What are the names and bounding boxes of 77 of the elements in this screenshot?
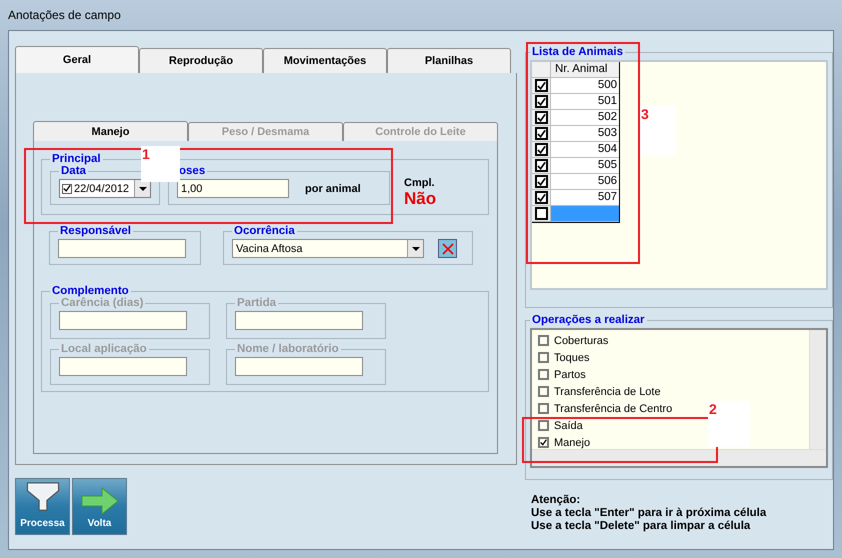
responsavel-field[interactable]: [58, 239, 186, 258]
checklist-label: Transferência de Centro: [554, 402, 672, 414]
checkbox[interactable]: [538, 420, 549, 431]
group-title: Partida: [236, 297, 277, 309]
table-cell[interactable]: 507: [551, 190, 619, 206]
tab[interactable]: Manejo: [33, 121, 188, 141]
callout-number: 3: [640, 106, 676, 155]
table-cell[interactable]: 500: [551, 78, 619, 94]
unit-label: por animal: [305, 182, 361, 194]
group-title: Local aplicação: [60, 343, 148, 355]
column-header: Nr. Animal: [551, 62, 619, 78]
dropdown-button[interactable]: [134, 180, 150, 197]
table-cell[interactable]: 505: [551, 158, 619, 174]
checkbox[interactable]: [534, 79, 548, 92]
table-cell[interactable]: 506: [551, 174, 619, 190]
vertical-scrollbar[interactable]: [809, 330, 826, 449]
table-cell[interactable]: 502: [551, 110, 619, 126]
checklist-label: Toques: [554, 352, 590, 364]
group-title: Operações a realizar: [531, 314, 646, 326]
checkbox[interactable]: [538, 369, 549, 380]
cmpl-label: Cmpl.: [404, 177, 436, 189]
checklist-label: Manejo: [554, 436, 590, 448]
checkbox[interactable]: [538, 352, 549, 363]
checkbox[interactable]: [534, 111, 548, 124]
tab[interactable]: Reprodução: [139, 48, 263, 73]
group-title: Carência (dias): [60, 297, 144, 309]
check-icon: [63, 184, 71, 193]
group-title: oses: [178, 165, 206, 177]
note-title: Atenção:: [531, 494, 582, 506]
checkbox[interactable]: [538, 335, 549, 346]
dropdown-button[interactable]: [407, 240, 423, 257]
check-icon: [540, 438, 547, 447]
close-icon: [442, 242, 454, 254]
group-title: Nome / laboratório: [236, 343, 340, 355]
checkbox[interactable]: [62, 184, 72, 194]
group-title: Principal: [51, 153, 102, 165]
checkbox[interactable]: [534, 95, 548, 108]
callout-number: 2: [708, 401, 750, 447]
caret-icon: [412, 246, 420, 250]
window-title: Anotações de campo: [8, 8, 121, 22]
checkbox[interactable]: [534, 175, 548, 188]
group-title: Responsável: [59, 225, 132, 237]
tab[interactable]: Movimentações: [263, 48, 387, 73]
tab[interactable]: Planilhas: [387, 48, 511, 73]
arrow-icon: [80, 486, 120, 516]
checkbox[interactable]: [534, 159, 548, 172]
checklist-label: Coberturas: [554, 334, 608, 346]
clear-button[interactable]: [438, 239, 457, 258]
table-cell[interactable]: 501: [551, 94, 619, 110]
checkbox[interactable]: [534, 207, 548, 220]
caret-icon: [138, 186, 146, 190]
checkbox[interactable]: [534, 143, 548, 156]
note-text: Use a tecla "Enter" para ir à próxima célula: [531, 507, 768, 519]
cmpl-value: Não: [404, 189, 436, 209]
date-picker[interactable]: 22/04/2012: [59, 179, 151, 198]
horizontal-scrollbar[interactable]: [532, 449, 826, 466]
checkbox[interactable]: [538, 386, 549, 397]
checklist-label: Partos: [554, 368, 586, 380]
checkbox[interactable]: [538, 403, 549, 414]
table-cell[interactable]: 504: [551, 142, 619, 158]
toolbar-button[interactable]: Volta: [72, 478, 127, 535]
checklist-label: Transferência de Lote: [554, 386, 661, 398]
note-text: Use a tecla "Delete" para limpar a célula: [531, 520, 752, 532]
group-title: Ocorrência: [233, 225, 296, 237]
checkbox[interactable]: [534, 191, 548, 204]
doses-field[interactable]: 1,00: [177, 179, 289, 198]
toolbar-button[interactable]: Processa: [15, 478, 70, 535]
group-title: Lista de Animais: [531, 46, 624, 58]
checklist-label: Saída: [554, 420, 583, 432]
tab[interactable]: Geral: [15, 46, 139, 73]
table-cell[interactable]: 503: [551, 126, 619, 142]
ocorrencia-dropdown[interactable]: Vacina Aftosa: [232, 239, 424, 258]
group-title: Data: [60, 165, 87, 177]
table-cell[interactable]: [551, 206, 619, 222]
group-title: Complemento: [51, 285, 130, 297]
callout-number: 1: [141, 146, 180, 182]
checkbox[interactable]: [534, 127, 548, 140]
